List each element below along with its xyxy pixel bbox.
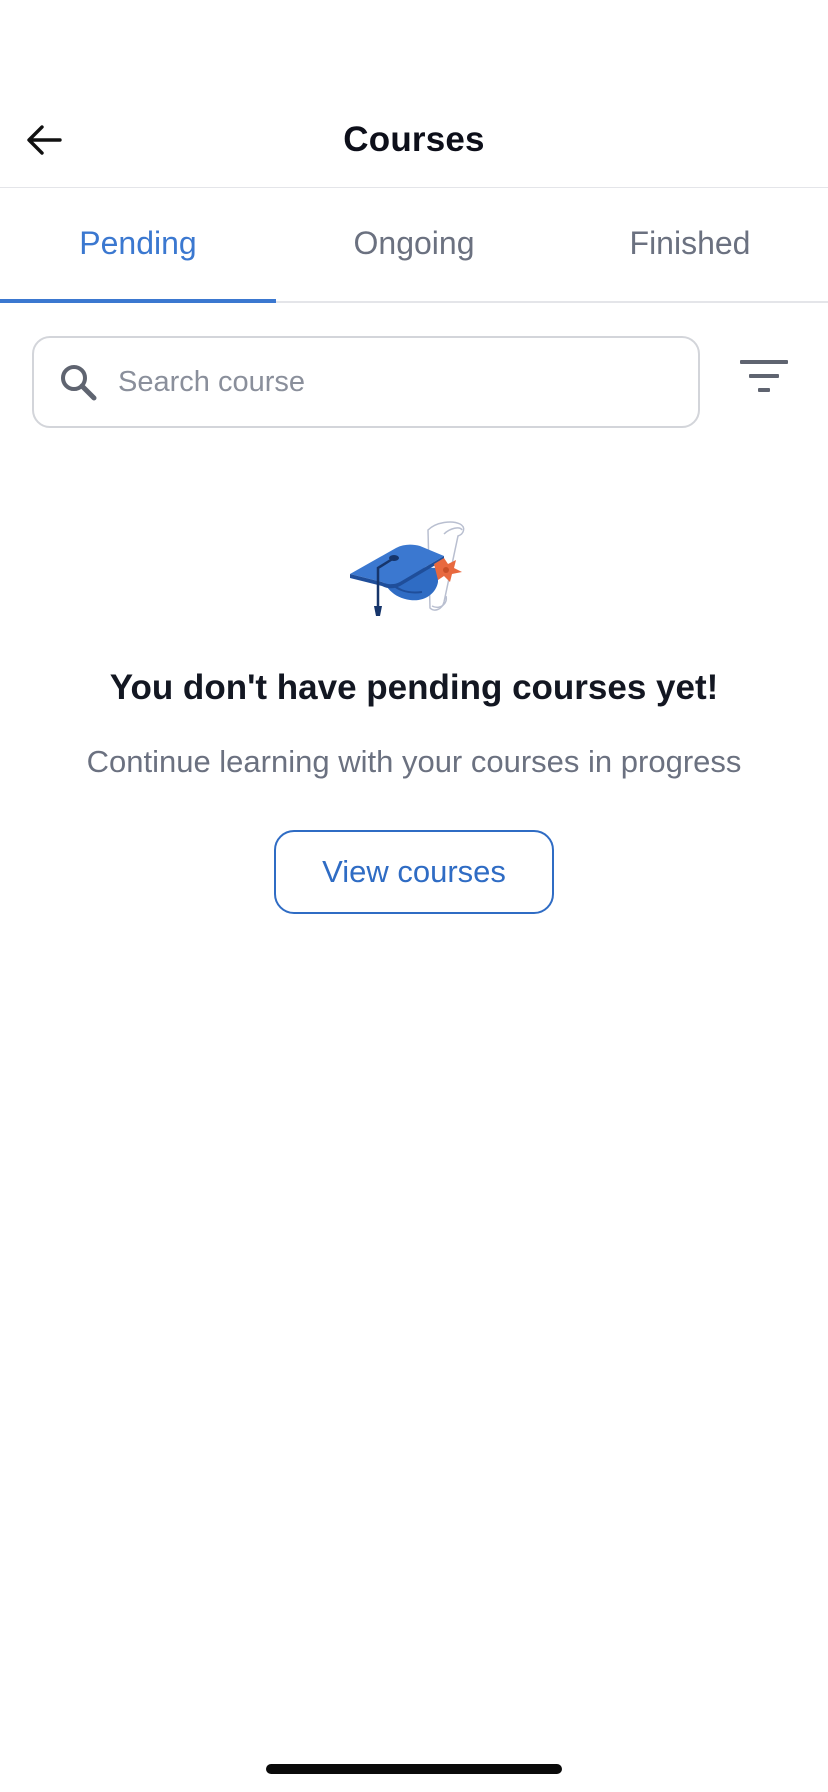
page-title: Courses (343, 120, 485, 159)
tab-finished[interactable]: Finished (552, 185, 828, 301)
filter-button[interactable] (732, 358, 796, 406)
app-header: Courses (0, 92, 828, 188)
tab-pending[interactable]: Pending (0, 185, 276, 303)
screen: Courses Pending Ongoing Finished Search … (0, 0, 828, 1792)
filter-icon (740, 360, 788, 392)
search-box[interactable] (32, 336, 700, 428)
tab-ongoing[interactable]: Ongoing (276, 185, 552, 301)
empty-state-subtitle: Continue learning with your courses in p… (86, 744, 742, 779)
empty-state-title: You don't have pending courses yet! (109, 668, 719, 707)
search-icon (61, 365, 97, 401)
course-tabs: Pending Ongoing Finished (0, 185, 828, 303)
home-indicator (266, 1764, 562, 1774)
search-input[interactable] (118, 365, 678, 399)
search-row (32, 336, 796, 428)
graduation-cap-illustration (348, 518, 480, 624)
view-courses-button[interactable]: View courses (274, 830, 554, 914)
